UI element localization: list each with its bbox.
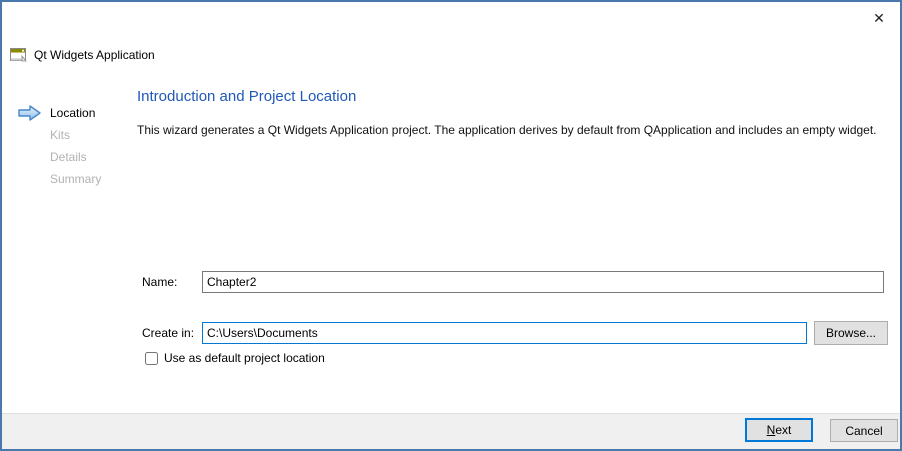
browse-button[interactable]: Browse... (814, 321, 888, 345)
qt-widgets-application-icon (10, 48, 27, 62)
app-title: Qt Widgets Application (34, 48, 155, 62)
next-button-label-rest: ext (775, 423, 791, 437)
default-location-row: Use as default project location (145, 351, 325, 365)
wizard-steps-sidebar: Location Kits Details Summary (2, 102, 132, 190)
page-title: Introduction and Project Location (137, 88, 356, 105)
step-label-location: Location (50, 106, 95, 120)
next-button[interactable]: Next (745, 418, 813, 442)
step-label-summary: Summary (50, 172, 101, 186)
step-kits[interactable]: Kits (2, 124, 132, 146)
current-step-arrow-icon (18, 105, 42, 121)
create-in-path-input[interactable] (202, 322, 807, 344)
close-icon[interactable]: ✕ (868, 8, 890, 28)
step-location[interactable]: Location (2, 102, 132, 124)
create-in-label: Create in: (142, 322, 194, 344)
default-location-checkbox[interactable] (145, 352, 158, 365)
project-name-input[interactable] (202, 271, 884, 293)
app-header: Qt Widgets Application (10, 48, 155, 62)
step-summary[interactable]: Summary (2, 168, 132, 190)
step-label-details: Details (50, 150, 87, 164)
wizard-description: This wizard generates a Qt Widgets Appli… (137, 123, 877, 137)
step-label-kits: Kits (50, 128, 70, 142)
cancel-button[interactable]: Cancel (830, 419, 898, 442)
step-details[interactable]: Details (2, 146, 132, 168)
wizard-dialog-window: ✕ Qt Widgets Application Location (0, 0, 902, 451)
default-location-label[interactable]: Use as default project location (164, 351, 325, 365)
name-label: Name: (142, 271, 177, 293)
